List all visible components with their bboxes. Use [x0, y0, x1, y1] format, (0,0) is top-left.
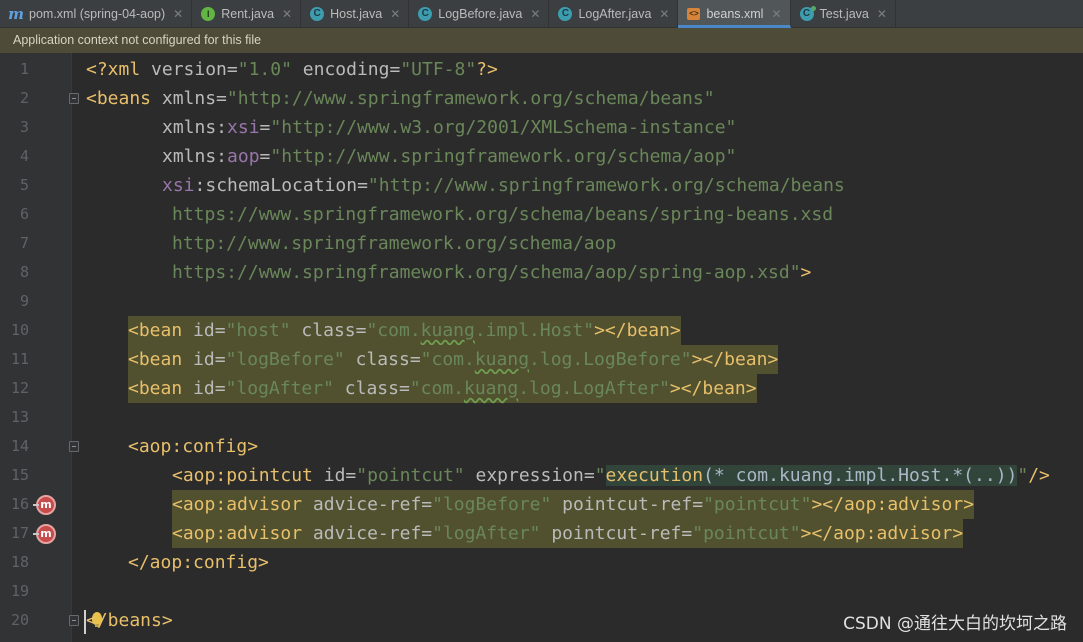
xml-file-icon: <>	[687, 7, 701, 20]
line-number: 19	[10, 582, 29, 600]
code-line: 18 </aop:config>	[0, 548, 1083, 577]
code-line: 14 <aop:config>	[0, 432, 1083, 461]
close-icon[interactable]: ✕	[877, 7, 887, 21]
code-line: 9	[0, 287, 1083, 316]
close-icon[interactable]: ✕	[282, 7, 292, 21]
code-line: 4 xmlns:aop="http://www.springframework.…	[0, 142, 1083, 171]
line-number: 20	[10, 611, 29, 629]
line-number: 14	[10, 437, 29, 455]
tab-label: Test.java	[819, 6, 869, 21]
line-number: 12	[10, 379, 29, 397]
code-line: 16 m <aop:advisor advice-ref="logBefore"…	[0, 490, 1083, 519]
fold-icon[interactable]	[69, 441, 79, 452]
line-number: 3	[19, 118, 29, 136]
fold-icon[interactable]	[69, 93, 79, 104]
code-line: 19	[0, 577, 1083, 606]
tab-label: LogAfter.java	[578, 6, 652, 21]
notification-banner: Application context not configured for t…	[0, 28, 1083, 53]
watermark: CSDN @通往大白的坎坷之路	[843, 614, 1067, 634]
line-number: 1	[19, 60, 29, 78]
tab-rent-java[interactable]: I Rent.java ✕	[192, 0, 302, 27]
tab-host-java[interactable]: C Host.java ✕	[301, 0, 410, 27]
code-text: xmlns:xsi="http://www.w3.org/2001/XMLSch…	[162, 117, 737, 138]
code-text: <aop:advisor advice-ref="logAfter" point…	[172, 519, 964, 548]
maven-icon: m	[8, 4, 24, 23]
code-text: <beans xmlns="http://www.springframework…	[86, 88, 715, 109]
editor-tab-bar: m pom.xml (spring-04-aop) ✕ I Rent.java …	[0, 0, 1083, 28]
code-line: 7 http://www.springframework.org/schema/…	[0, 229, 1083, 258]
line-number: 11	[10, 350, 29, 368]
code-text: <aop:config>	[128, 436, 259, 457]
tab-label: beans.xml	[706, 6, 764, 21]
class-icon: C	[558, 6, 573, 21]
line-number: 18	[10, 553, 29, 571]
code-text: xmlns:aop="http://www.springframework.or…	[162, 146, 737, 167]
code-text: https://www.springframework.org/schema/b…	[172, 204, 834, 225]
interface-icon: I	[201, 6, 216, 21]
code-line: 8 https://www.springframework.org/schema…	[0, 258, 1083, 287]
code-line: 5 xsi:schemaLocation="http://www.springf…	[0, 171, 1083, 200]
tab-label: Host.java	[330, 6, 383, 21]
tab-logbefore-java[interactable]: C LogBefore.java ✕	[409, 0, 550, 27]
tab-pom-xml[interactable]: m pom.xml (spring-04-aop) ✕	[0, 0, 193, 27]
code-line: 1 <?xml version="1.0" encoding="UTF-8"?>	[0, 55, 1083, 84]
code-line: 6 https://www.springframework.org/schema…	[0, 200, 1083, 229]
line-number: 15	[10, 466, 29, 484]
tab-logafter-java[interactable]: C LogAfter.java ✕	[549, 0, 679, 27]
line-number: 7	[19, 234, 29, 252]
code-line: 15 <aop:pointcut id="pointcut" expressio…	[0, 461, 1083, 490]
code-line: 3 xmlns:xsi="http://www.w3.org/2001/XMLS…	[0, 113, 1083, 142]
code-text: https://www.springframework.org/schema/a…	[172, 262, 812, 283]
close-icon[interactable]: ✕	[771, 7, 781, 21]
test-class-icon: C	[799, 5, 816, 21]
line-number: 17	[10, 524, 29, 542]
code-text: <bean id="logAfter" class="com.kuang.log…	[128, 374, 757, 403]
line-number: 6	[19, 205, 29, 223]
code-line: 17 m <aop:advisor advice-ref="logAfter" …	[0, 519, 1083, 548]
class-icon: C	[418, 6, 433, 21]
aop-advice-icon[interactable]: m	[33, 495, 56, 515]
line-number: 5	[19, 176, 29, 194]
code-line: 10 <bean id="host" class="com.kuang.impl…	[0, 316, 1083, 345]
code-line: 13	[0, 403, 1083, 432]
aop-advice-icon[interactable]: m	[33, 524, 56, 544]
class-icon: C	[310, 6, 325, 21]
line-number: 16	[10, 495, 29, 513]
code-text: </beans>	[86, 610, 173, 631]
line-number: 4	[19, 147, 29, 165]
line-number: 13	[10, 408, 29, 426]
fold-icon[interactable]	[69, 615, 79, 626]
tab-label: Rent.java	[221, 6, 275, 21]
tab-label: LogBefore.java	[438, 6, 523, 21]
code-text: <bean id="logBefore" class="com.kuang.lo…	[128, 345, 779, 374]
close-icon[interactable]: ✕	[173, 7, 183, 21]
line-number: 10	[10, 321, 29, 339]
code-text: </aop:config>	[128, 552, 269, 573]
code-editor[interactable]: 1 <?xml version="1.0" encoding="UTF-8"?>…	[0, 53, 1083, 642]
line-number: 8	[19, 263, 29, 281]
code-text: xsi:schemaLocation="http://www.springfra…	[162, 175, 845, 196]
line-number: 2	[19, 89, 29, 107]
code-text: <aop:advisor advice-ref="logBefore" poin…	[172, 490, 975, 519]
code-text: <aop:pointcut id="pointcut" expression="…	[172, 465, 1050, 486]
code-text: http://www.springframework.org/schema/ao…	[172, 233, 617, 254]
line-number: 9	[19, 292, 29, 310]
code-text: <?xml version="1.0" encoding="UTF-8"?>	[86, 59, 498, 80]
close-icon[interactable]: ✕	[659, 7, 669, 21]
code-line: 12 <bean id="logAfter" class="com.kuang.…	[0, 374, 1083, 403]
code-line: 2 <beans xmlns="http://www.springframewo…	[0, 84, 1083, 113]
close-icon[interactable]: ✕	[390, 7, 400, 21]
close-icon[interactable]: ✕	[530, 7, 540, 21]
tab-label: pom.xml (spring-04-aop)	[29, 6, 166, 21]
code-line: 11 <bean id="logBefore" class="com.kuang…	[0, 345, 1083, 374]
code-text: <bean id="host" class="com.kuang.impl.Ho…	[128, 316, 681, 345]
tab-test-java[interactable]: C Test.java ✕	[791, 0, 896, 27]
tab-beans-xml[interactable]: <> beans.xml ✕	[678, 0, 791, 28]
